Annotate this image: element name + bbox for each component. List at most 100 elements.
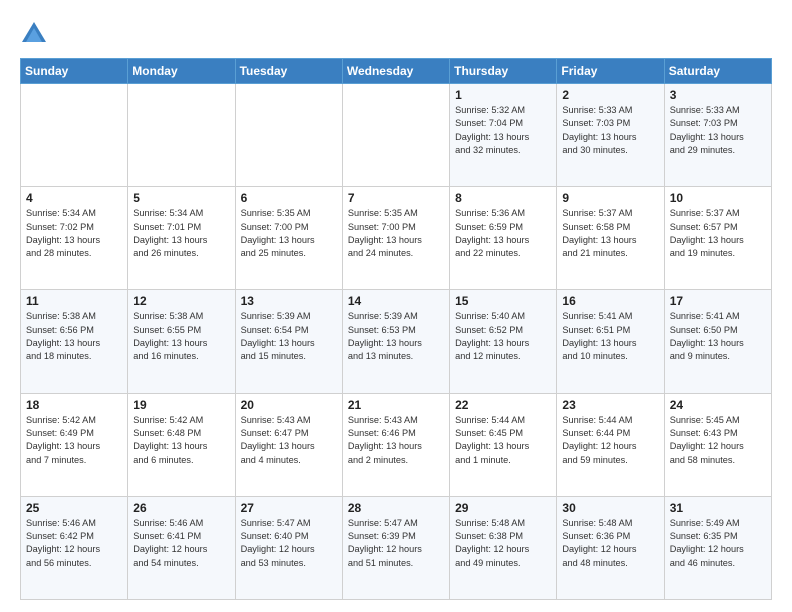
cell-content: Sunrise: 5:40 AMSunset: 6:52 PMDaylight:… — [455, 310, 551, 363]
cell-content: Sunrise: 5:49 AMSunset: 6:35 PMDaylight:… — [670, 517, 766, 570]
cell-content: Sunrise: 5:35 AMSunset: 7:00 PMDaylight:… — [241, 207, 337, 260]
calendar-cell: 9 Sunrise: 5:37 AMSunset: 6:58 PMDaylight… — [557, 187, 664, 290]
calendar-cell: 30 Sunrise: 5:48 AMSunset: 6:36 PMDayligh… — [557, 496, 664, 599]
day-number: 28 — [348, 501, 444, 515]
cell-content: Sunrise: 5:37 AMSunset: 6:57 PMDaylight:… — [670, 207, 766, 260]
day-number: 15 — [455, 294, 551, 308]
calendar-cell — [235, 84, 342, 187]
cell-content: Sunrise: 5:39 AMSunset: 6:54 PMDaylight:… — [241, 310, 337, 363]
day-number: 13 — [241, 294, 337, 308]
cell-content: Sunrise: 5:48 AMSunset: 6:36 PMDaylight:… — [562, 517, 658, 570]
cell-content: Sunrise: 5:32 AMSunset: 7:04 PMDaylight:… — [455, 104, 551, 157]
cell-content: Sunrise: 5:46 AMSunset: 6:41 PMDaylight:… — [133, 517, 229, 570]
cell-content: Sunrise: 5:45 AMSunset: 6:43 PMDaylight:… — [670, 414, 766, 467]
cell-content: Sunrise: 5:43 AMSunset: 6:46 PMDaylight:… — [348, 414, 444, 467]
header — [20, 16, 772, 48]
col-header-thursday: Thursday — [450, 59, 557, 84]
calendar-cell: 10 Sunrise: 5:37 AMSunset: 6:57 PMDayligh… — [664, 187, 771, 290]
day-number: 12 — [133, 294, 229, 308]
cell-content: Sunrise: 5:44 AMSunset: 6:45 PMDaylight:… — [455, 414, 551, 467]
calendar-cell: 15 Sunrise: 5:40 AMSunset: 6:52 PMDayligh… — [450, 290, 557, 393]
calendar-cell: 11 Sunrise: 5:38 AMSunset: 6:56 PMDayligh… — [21, 290, 128, 393]
calendar-cell: 27 Sunrise: 5:47 AMSunset: 6:40 PMDayligh… — [235, 496, 342, 599]
day-number: 7 — [348, 191, 444, 205]
calendar-cell: 8Sunrise: 5:36 AMSunset: 6:59 PMDaylight… — [450, 187, 557, 290]
calendar-cell: 12 Sunrise: 5:38 AMSunset: 6:55 PMDayligh… — [128, 290, 235, 393]
cell-content: Sunrise: 5:39 AMSunset: 6:53 PMDaylight:… — [348, 310, 444, 363]
col-header-tuesday: Tuesday — [235, 59, 342, 84]
calendar-week-4: 18 Sunrise: 5:42 AMSunset: 6:49 PMDayligh… — [21, 393, 772, 496]
cell-content: Sunrise: 5:38 AMSunset: 6:55 PMDaylight:… — [133, 310, 229, 363]
day-number: 4 — [26, 191, 122, 205]
cell-content: Sunrise: 5:38 AMSunset: 6:56 PMDaylight:… — [26, 310, 122, 363]
col-header-saturday: Saturday — [664, 59, 771, 84]
calendar-cell: 2 Sunrise: 5:33 AMSunset: 7:03 PMDaylight… — [557, 84, 664, 187]
calendar-table: SundayMondayTuesdayWednesdayThursdayFrid… — [20, 58, 772, 600]
logo-icon — [20, 20, 48, 48]
col-header-friday: Friday — [557, 59, 664, 84]
cell-content: Sunrise: 5:48 AMSunset: 6:38 PMDaylight:… — [455, 517, 551, 570]
day-number: 3 — [670, 88, 766, 102]
day-number: 19 — [133, 398, 229, 412]
calendar-cell: 29 Sunrise: 5:48 AMSunset: 6:38 PMDayligh… — [450, 496, 557, 599]
day-number: 9 — [562, 191, 658, 205]
day-number: 10 — [670, 191, 766, 205]
day-number: 29 — [455, 501, 551, 515]
calendar-week-5: 25 Sunrise: 5:46 AMSunset: 6:42 PMDayligh… — [21, 496, 772, 599]
calendar-cell — [342, 84, 449, 187]
day-number: 27 — [241, 501, 337, 515]
day-number: 20 — [241, 398, 337, 412]
calendar-week-1: 1 Sunrise: 5:32 AMSunset: 7:04 PMDaylight… — [21, 84, 772, 187]
day-number: 1 — [455, 88, 551, 102]
calendar-cell — [21, 84, 128, 187]
cell-content: Sunrise: 5:43 AMSunset: 6:47 PMDaylight:… — [241, 414, 337, 467]
logo — [20, 20, 52, 48]
cell-content: Sunrise: 5:42 AMSunset: 6:48 PMDaylight:… — [133, 414, 229, 467]
day-number: 5 — [133, 191, 229, 205]
day-number: 11 — [26, 294, 122, 308]
day-number: 31 — [670, 501, 766, 515]
calendar-cell: 22Sunrise: 5:44 AMSunset: 6:45 PMDayligh… — [450, 393, 557, 496]
page: SundayMondayTuesdayWednesdayThursdayFrid… — [0, 0, 792, 612]
day-number: 30 — [562, 501, 658, 515]
calendar-cell: 17 Sunrise: 5:41 AMSunset: 6:50 PMDayligh… — [664, 290, 771, 393]
calendar-cell: 18 Sunrise: 5:42 AMSunset: 6:49 PMDayligh… — [21, 393, 128, 496]
calendar-cell — [128, 84, 235, 187]
calendar-cell: 4Sunrise: 5:34 AMSunset: 7:02 PMDaylight… — [21, 187, 128, 290]
calendar-header-row: SundayMondayTuesdayWednesdayThursdayFrid… — [21, 59, 772, 84]
col-header-monday: Monday — [128, 59, 235, 84]
calendar-week-3: 11 Sunrise: 5:38 AMSunset: 6:56 PMDayligh… — [21, 290, 772, 393]
day-number: 17 — [670, 294, 766, 308]
calendar-cell: 5 Sunrise: 5:34 AMSunset: 7:01 PMDaylight… — [128, 187, 235, 290]
cell-content: Sunrise: 5:41 AMSunset: 6:51 PMDaylight:… — [562, 310, 658, 363]
calendar-cell: 26Sunrise: 5:46 AMSunset: 6:41 PMDayligh… — [128, 496, 235, 599]
col-header-wednesday: Wednesday — [342, 59, 449, 84]
calendar-cell: 21 Sunrise: 5:43 AMSunset: 6:46 PMDayligh… — [342, 393, 449, 496]
col-header-sunday: Sunday — [21, 59, 128, 84]
day-number: 21 — [348, 398, 444, 412]
day-number: 2 — [562, 88, 658, 102]
cell-content: Sunrise: 5:37 AMSunset: 6:58 PMDaylight:… — [562, 207, 658, 260]
cell-content: Sunrise: 5:33 AMSunset: 7:03 PMDaylight:… — [562, 104, 658, 157]
cell-content: Sunrise: 5:34 AMSunset: 7:01 PMDaylight:… — [133, 207, 229, 260]
day-number: 23 — [562, 398, 658, 412]
day-number: 25 — [26, 501, 122, 515]
calendar-cell: 25 Sunrise: 5:46 AMSunset: 6:42 PMDayligh… — [21, 496, 128, 599]
cell-content: Sunrise: 5:44 AMSunset: 6:44 PMDaylight:… — [562, 414, 658, 467]
cell-content: Sunrise: 5:47 AMSunset: 6:39 PMDaylight:… — [348, 517, 444, 570]
cell-content: Sunrise: 5:33 AMSunset: 7:03 PMDaylight:… — [670, 104, 766, 157]
cell-content: Sunrise: 5:46 AMSunset: 6:42 PMDaylight:… — [26, 517, 122, 570]
cell-content: Sunrise: 5:35 AMSunset: 7:00 PMDaylight:… — [348, 207, 444, 260]
day-number: 18 — [26, 398, 122, 412]
calendar-cell: 19 Sunrise: 5:42 AMSunset: 6:48 PMDayligh… — [128, 393, 235, 496]
cell-content: Sunrise: 5:47 AMSunset: 6:40 PMDaylight:… — [241, 517, 337, 570]
calendar-cell: 24Sunrise: 5:45 AMSunset: 6:43 PMDayligh… — [664, 393, 771, 496]
calendar-cell: 31 Sunrise: 5:49 AMSunset: 6:35 PMDayligh… — [664, 496, 771, 599]
calendar-cell: 13 Sunrise: 5:39 AMSunset: 6:54 PMDayligh… — [235, 290, 342, 393]
cell-content: Sunrise: 5:42 AMSunset: 6:49 PMDaylight:… — [26, 414, 122, 467]
calendar-cell: 3 Sunrise: 5:33 AMSunset: 7:03 PMDaylight… — [664, 84, 771, 187]
calendar-week-2: 4Sunrise: 5:34 AMSunset: 7:02 PMDaylight… — [21, 187, 772, 290]
calendar-cell: 16Sunrise: 5:41 AMSunset: 6:51 PMDayligh… — [557, 290, 664, 393]
cell-content: Sunrise: 5:41 AMSunset: 6:50 PMDaylight:… — [670, 310, 766, 363]
day-number: 8 — [455, 191, 551, 205]
